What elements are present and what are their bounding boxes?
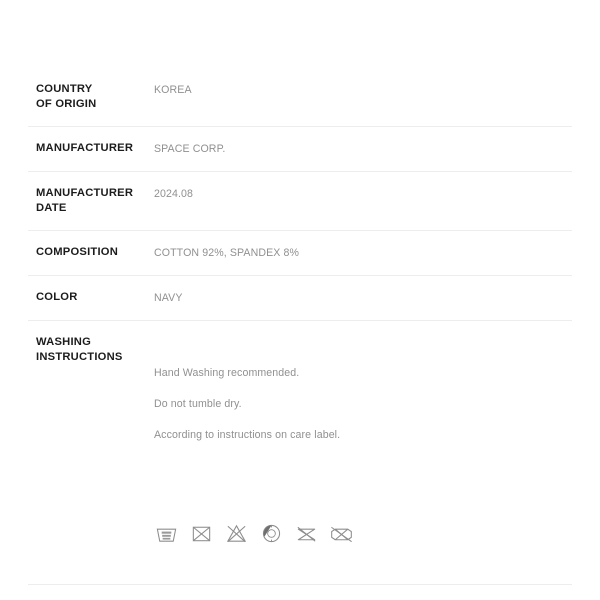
- do-not-tumble-dry-icon: [189, 506, 214, 541]
- row-country-of-origin: COUNTRY OF ORIGIN KOREA: [28, 68, 572, 127]
- row-manufacturer-date: MANUFACTURER DATE 2024.08: [28, 172, 572, 231]
- row-washing-instructions: WASHING INSTRUCTIONS Hand Washing recomm…: [28, 321, 572, 560]
- dry-clean-icon: [259, 506, 284, 542]
- row-composition: COMPOSITION COTTON 92%, SPANDEX 8%: [28, 231, 572, 276]
- label-washing-instructions: WASHING INSTRUCTIONS: [36, 336, 123, 363]
- row-guaranteed-period: GUARANTEED PERIOD 12 months from the dat…: [28, 585, 572, 600]
- label-manufacturer: MANUFACTURER: [36, 142, 134, 154]
- label-manufacturer-date: MANUFACTURER DATE: [36, 187, 134, 214]
- do-not-wring-alt-icon: [329, 506, 354, 542]
- label-composition: COMPOSITION: [36, 246, 119, 258]
- value-manufacturer: SPACE CORP.: [154, 143, 226, 155]
- value-composition: COTTON 92%, SPANDEX 8%: [154, 247, 299, 259]
- row-manufacturer: MANUFACTURER SPACE CORP.: [28, 127, 572, 172]
- washing-line-2: Do not tumble dry.: [154, 397, 242, 410]
- washing-instruction-lines: Hand Washing recommended. Do not tumble …: [154, 350, 572, 459]
- specification-table: COUNTRY OF ORIGIN KOREA MANUFACTURER SPA…: [28, 68, 572, 600]
- do-not-bleach-icon: [224, 506, 249, 542]
- washing-line-1: Hand Washing recommended.: [154, 366, 300, 379]
- hand-wash-tub-icon: [154, 506, 179, 542]
- washing-line-3: According to instructions on care label.: [154, 428, 341, 441]
- label-color: COLOR: [36, 291, 78, 303]
- label-country-of-origin: COUNTRY OF ORIGIN: [36, 83, 97, 110]
- row-color: COLOR NAVY: [28, 276, 572, 321]
- care-label-page: COUNTRY OF ORIGIN KOREA MANUFACTURER SPA…: [0, 0, 600, 600]
- section-spacer: [28, 560, 572, 585]
- value-color: NAVY: [154, 292, 183, 304]
- value-manufacturer-date: 2024.08: [154, 188, 194, 200]
- value-country-of-origin: KOREA: [154, 84, 192, 96]
- care-symbol-group: [154, 506, 572, 542]
- do-not-wring-icon: [294, 506, 319, 542]
